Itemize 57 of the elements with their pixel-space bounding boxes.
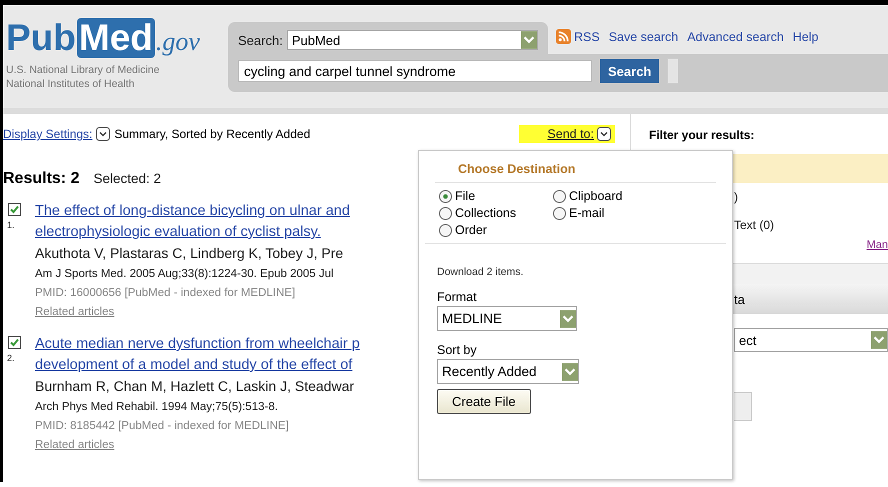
format-label: Format <box>437 290 478 304</box>
result-number: 2. <box>7 353 15 363</box>
rss-icon <box>556 29 571 44</box>
radio-button[interactable] <box>439 224 452 236</box>
chevron-icon[interactable] <box>597 127 611 141</box>
authors: Akuthota V, Plastaras C, Lindberg K, Tobey J, Pre <box>35 244 344 263</box>
destination-option[interactable]: Collections <box>439 206 553 220</box>
article-title-link[interactable]: The effect of long-distance bicycling on ulnar and <box>35 203 350 219</box>
radio-button[interactable] <box>439 190 452 202</box>
pmid: PMID: 16000656 [PubMed - indexed for MEDLINE] <box>35 286 296 301</box>
filter-title: Filter your results: <box>648 128 756 142</box>
radio-button[interactable] <box>553 190 566 202</box>
destination-option[interactable]: E-mail <box>553 206 712 220</box>
header-link[interactable]: Help <box>792 29 818 44</box>
send-to-link[interactable]: Send to: <box>519 125 615 143</box>
result-number: 1. <box>7 220 15 230</box>
manage-link[interactable]: Man <box>866 239 888 251</box>
checkbox[interactable] <box>8 336 21 349</box>
format-select[interactable]: MEDLINE <box>437 306 577 331</box>
display-settings-link[interactable]: Display Settings: <box>3 127 92 141</box>
citation: Arch Phys Med Rehabil. 1994 May;75(5):513-8. <box>35 400 278 415</box>
chevron-icon[interactable] <box>96 127 110 141</box>
header-link[interactable]: Advanced search <box>687 29 784 44</box>
pubmed-logo[interactable]: PubMed.gov <box>6 18 228 62</box>
agency-name: U.S. National Library of Medicine <box>6 63 160 77</box>
authors: Burnham R, Chan M, Hazlett C, Laskin J, Steadwar <box>35 377 354 396</box>
search-field[interactable]: cycling and carpel tunnel syndrome <box>238 60 592 82</box>
panel-select[interactable]: ect <box>734 328 888 352</box>
create-file-button[interactable]: Create File <box>437 389 531 414</box>
article-title-link[interactable]: development of a model and study of the effect of <box>35 357 352 373</box>
related-articles-link[interactable]: Related articles <box>35 306 114 318</box>
checkbox[interactable] <box>8 203 21 216</box>
agency-name: National Institutes of Health <box>6 77 136 91</box>
download-note: Download 2 items. <box>437 266 524 278</box>
search-label: Search: <box>238 32 283 48</box>
filter-option[interactable]: ) <box>734 190 738 204</box>
search-button[interactable]: Search <box>600 59 660 83</box>
results-count: Results: 2 <box>3 170 80 188</box>
radio-button[interactable] <box>553 206 566 220</box>
rss-link[interactable]: RSS <box>556 29 600 44</box>
menu-title: Choose Destination <box>435 151 716 183</box>
related-articles-link[interactable]: Related articles <box>35 439 114 451</box>
header-link[interactable]: Save search <box>608 29 678 44</box>
pmid: PMID: 8185442 [PubMed - indexed for MEDLINE] <box>35 419 289 434</box>
sort-select[interactable]: Recently Added <box>437 359 579 384</box>
filter-option[interactable]: Text (0) <box>734 218 774 232</box>
article-title-link[interactable]: electrophysiologic evaluation of cyclist palsy. <box>35 224 321 240</box>
sort-label: Sort by <box>437 343 478 357</box>
database-select[interactable]: PubMed <box>286 30 538 50</box>
article-title-link[interactable]: Acute median nerve dysfunction from wheelchair p <box>35 336 360 352</box>
destination-option[interactable]: Order <box>439 223 553 237</box>
destination-option[interactable]: File <box>439 189 553 203</box>
radio-button[interactable] <box>439 206 452 220</box>
display-settings-value: Summary, Sorted by Recently Added <box>114 127 310 141</box>
citation: Am J Sports Med. 2005 Aug;33(8):1224-30. Epub 2005 Jul <box>35 267 334 282</box>
selected-count: Selected: 2 <box>93 171 162 186</box>
destination-option[interactable]: Clipboard <box>553 189 712 203</box>
